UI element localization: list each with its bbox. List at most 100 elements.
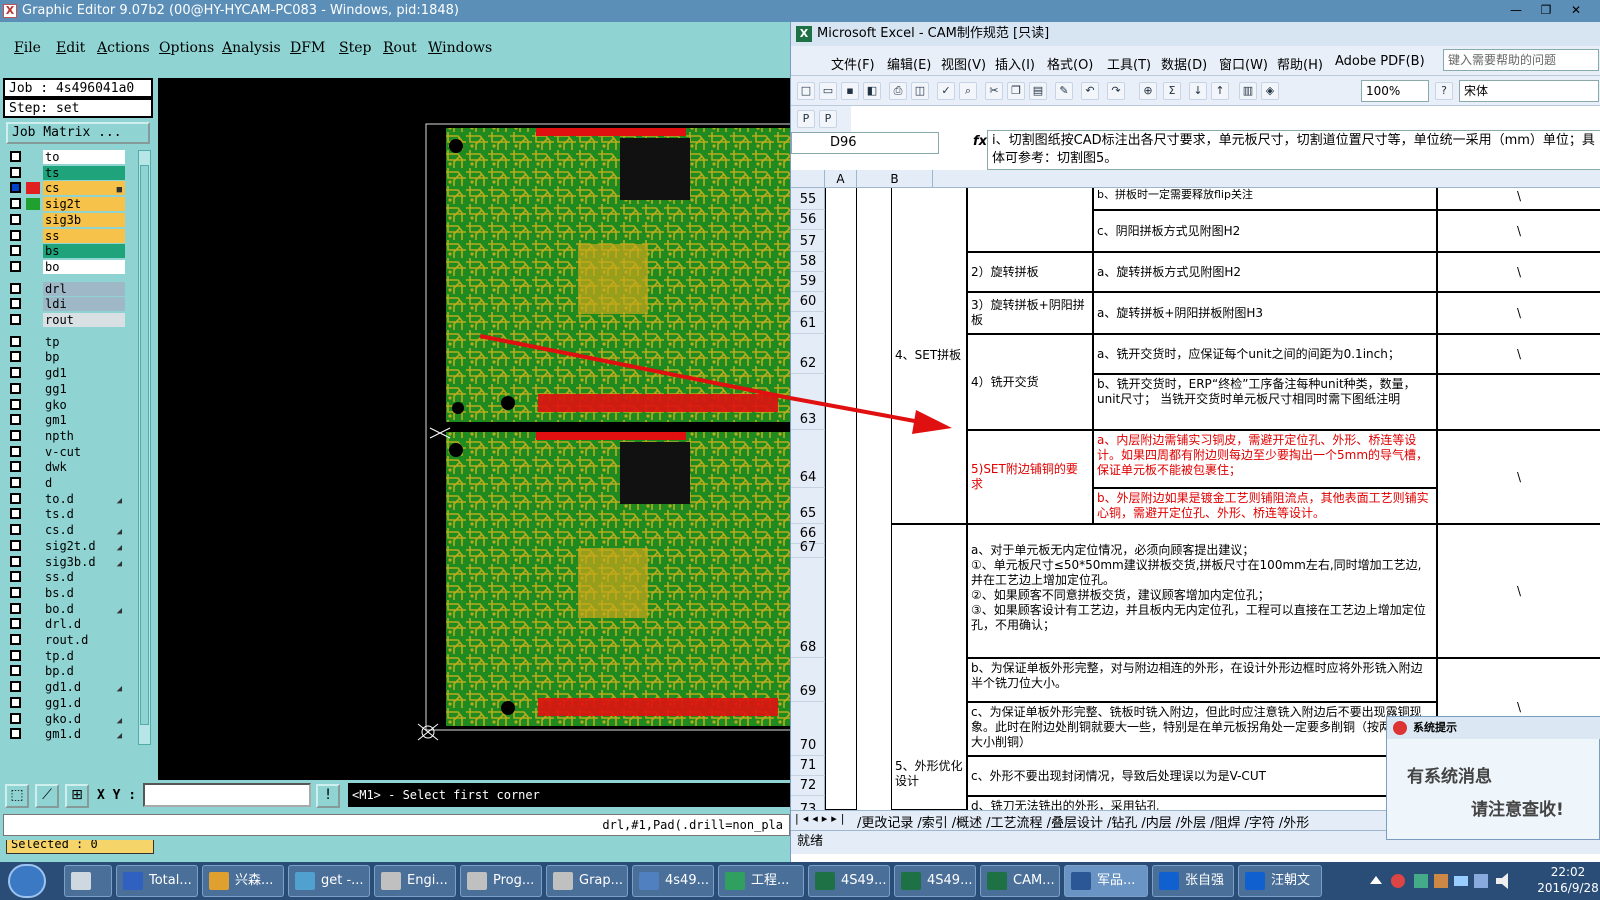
- layer-name[interactable]: to.d ◢: [43, 491, 125, 506]
- layer-name[interactable]: gd1: [43, 366, 125, 381]
- sort-ascending-icon[interactable]: ↓: [1189, 82, 1207, 100]
- cell-d62[interactable]: a、铣开交货时，应保证每个unit之间的间距为0.1inch；: [1093, 334, 1437, 374]
- layer-row-v-cut[interactable]: v-cut: [6, 444, 126, 459]
- cell-c60[interactable]: 3）旋转拼板+阴阳拼板: [967, 292, 1093, 334]
- layer-row-ts[interactable]: ts: [6, 165, 126, 180]
- permission-icon[interactable]: ◧: [863, 82, 881, 100]
- layer-row-ts-d[interactable]: ts.d: [6, 507, 126, 522]
- layer-color-swatch[interactable]: [26, 728, 40, 741]
- layer-row-gm1[interactable]: gm1: [6, 413, 126, 428]
- undo-icon[interactable]: ↶: [1081, 82, 1099, 100]
- layer-row-ss-d[interactable]: ss.d: [6, 570, 126, 585]
- taskbar-button[interactable]: 4s49...: [632, 865, 714, 897]
- cell-b-shape-optimization[interactable]: 5、外形优化设计: [891, 524, 967, 810]
- print-icon[interactable]: ⎙: [889, 82, 907, 100]
- tray-app-icon[interactable]: [1414, 874, 1428, 888]
- layer-checkbox[interactable]: [10, 649, 21, 661]
- layer-color-swatch[interactable]: [26, 398, 40, 411]
- layer-color-swatch[interactable]: [26, 602, 40, 615]
- taskbar-button[interactable]: Total...: [116, 865, 198, 897]
- taskbar-button[interactable]: Engi...: [374, 865, 456, 897]
- layer-color-swatch[interactable]: [26, 539, 40, 552]
- tray-icons[interactable]: [1366, 866, 1536, 896]
- cell-c68[interactable]: a、对于单元板无内定位情况，必须向顾客提出建议； ①、单元板尺寸≤50*50mm…: [967, 524, 1437, 658]
- layer-name[interactable]: drl.d: [43, 617, 125, 632]
- menu-edit[interactable]: Edit: [56, 40, 85, 56]
- taskbar-button[interactable]: 工程...: [718, 865, 804, 897]
- layer-row-bs[interactable]: bs: [6, 244, 126, 259]
- layer-row-tp-d[interactable]: tp.d: [6, 648, 126, 663]
- layer-checkbox[interactable]: [10, 665, 21, 677]
- layer-color-swatch[interactable]: [26, 314, 40, 326]
- pdf-email-icon[interactable]: P: [819, 110, 837, 128]
- layer-checkbox[interactable]: [10, 182, 21, 194]
- xl-menu-tools[interactable]: 工具(T): [1107, 54, 1151, 73]
- spelling-icon[interactable]: ✓: [937, 82, 955, 100]
- menu-rout[interactable]: Rout: [383, 40, 417, 56]
- xl-menu-file[interactable]: 文件(F): [831, 54, 875, 73]
- row-header[interactable]: 61: [791, 312, 825, 334]
- layer-row-rout[interactable]: rout: [6, 313, 126, 327]
- layer-checkbox[interactable]: [10, 314, 21, 325]
- cell-d60[interactable]: a、旋转拼板+阴阳拼板附图H3: [1093, 292, 1437, 334]
- save-icon[interactable]: ▪: [841, 82, 859, 100]
- layer-row-to-d[interactable]: to.d ◢: [6, 491, 126, 506]
- layer-checkbox[interactable]: [10, 151, 21, 162]
- measure-tool-button[interactable]: ⟋: [35, 784, 59, 808]
- column-header-b[interactable]: B: [857, 170, 933, 188]
- layer-checkbox[interactable]: [10, 414, 21, 426]
- layer-checkbox[interactable]: [10, 245, 21, 257]
- layer-name[interactable]: sig2t: [43, 197, 125, 212]
- cell-e64[interactable]: \: [1437, 430, 1600, 524]
- sheet-tab[interactable]: /钻孔: [1105, 816, 1139, 830]
- cell-c58[interactable]: 2）旋转拼板: [967, 252, 1093, 292]
- row-header[interactable]: 58: [791, 252, 825, 272]
- sort-descending-icon[interactable]: ↑: [1211, 82, 1229, 100]
- layer-row-rout-d[interactable]: rout.d: [6, 633, 126, 647]
- taskbar-clock[interactable]: 22:02 2016/9/28: [1536, 864, 1600, 898]
- name-box[interactable]: D96: [791, 132, 939, 154]
- maximize-button[interactable]: ❐: [1532, 2, 1560, 19]
- row-header[interactable]: 67: [791, 541, 825, 558]
- sheet-tab[interactable]: /阻焊: [1208, 816, 1242, 830]
- layer-name[interactable]: bp: [43, 350, 125, 365]
- network-icon[interactable]: [1474, 874, 1488, 888]
- layer-checkbox[interactable]: [10, 477, 21, 488]
- format-painter-icon[interactable]: ✎: [1055, 82, 1073, 100]
- cell-e55[interactable]: \: [1437, 188, 1600, 210]
- cell-c55[interactable]: [967, 188, 1093, 252]
- layer-row-drl[interactable]: drl: [6, 281, 126, 296]
- cell-d58[interactable]: a、旋转拼板方式见附图H2: [1093, 252, 1437, 292]
- cell-d65[interactable]: b、外层附边如果是镀金工艺则铺阻流点，其他表面工艺则铺实心铜，需避开定位孔、外形…: [1093, 488, 1437, 524]
- xl-menu-insert[interactable]: 插入(I): [995, 54, 1035, 73]
- job-matrix-button[interactable]: Job Matrix ...: [6, 122, 150, 144]
- layer-row-tp[interactable]: tp: [6, 334, 126, 349]
- cell-c64[interactable]: 5)SET附边铺铜的要求: [967, 430, 1093, 524]
- layer-row-gd1[interactable]: gd1: [6, 366, 126, 381]
- layer-name[interactable]: ts: [43, 165, 125, 180]
- layer-name[interactable]: rout: [43, 313, 125, 327]
- row-header[interactable]: 63: [791, 374, 825, 430]
- layer-row-sig2t[interactable]: sig2t: [6, 197, 126, 212]
- cell-e63[interactable]: [1437, 374, 1600, 430]
- menu-file[interactable]: File: [14, 40, 41, 56]
- layer-color-swatch[interactable]: [26, 508, 40, 521]
- layer-name[interactable]: ldi: [43, 297, 125, 312]
- menu-dfm[interactable]: DFM: [290, 40, 325, 56]
- drawing-icon[interactable]: ◈: [1261, 82, 1279, 100]
- paste-icon[interactable]: ▤: [1029, 82, 1047, 100]
- layer-checkbox[interactable]: [10, 461, 21, 473]
- row-header[interactable]: 62: [791, 334, 825, 374]
- tray-flag-icon[interactable]: [1434, 874, 1448, 888]
- taskbar-button[interactable]: Prog...: [460, 865, 542, 897]
- menu-analysis[interactable]: Analysis: [222, 40, 281, 56]
- layer-row-to[interactable]: to: [6, 150, 126, 164]
- layer-checkbox[interactable]: [10, 492, 21, 504]
- layer-name[interactable]: bo: [43, 259, 125, 274]
- layer-row-cs-d[interactable]: cs.d ◢: [6, 523, 126, 538]
- layer-name[interactable]: tp.d: [43, 648, 125, 663]
- layer-color-swatch[interactable]: [26, 429, 40, 442]
- layer-name[interactable]: npth: [43, 428, 125, 443]
- layer-name[interactable]: dwk: [43, 460, 125, 475]
- layer-name[interactable]: d: [43, 476, 125, 490]
